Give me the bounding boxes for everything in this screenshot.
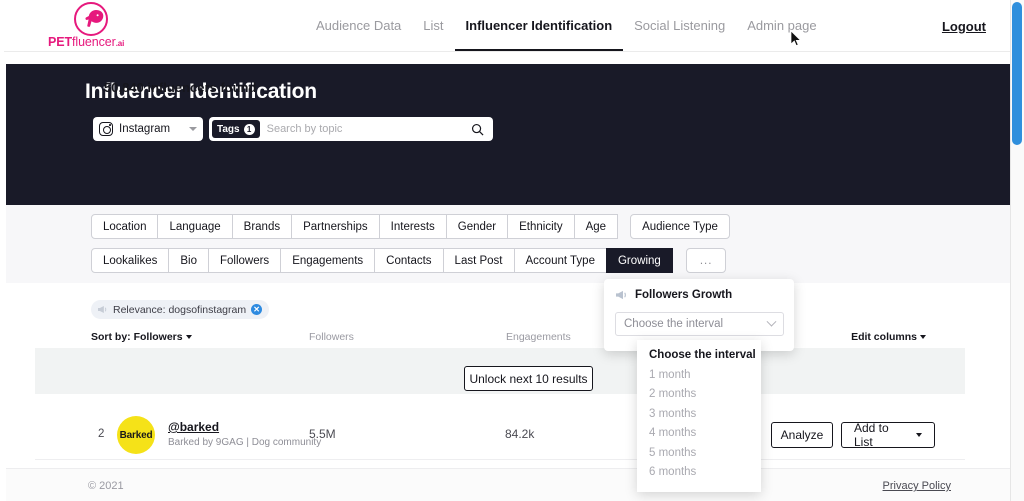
search-icon[interactable] — [471, 123, 484, 136]
topic-search-bar: Tags 1 — [209, 117, 493, 141]
row-rank: 2 — [98, 428, 105, 440]
nav-item-list[interactable]: List — [412, 17, 454, 35]
sort-by-control[interactable]: Sort by: Followers — [91, 331, 192, 343]
brand-wordmark: PETfluencer.ai — [48, 35, 158, 49]
vertical-scrollbar[interactable] — [1010, 0, 1024, 501]
filter-followers[interactable]: Followers — [207, 248, 282, 273]
influencers-found-text: 50,840 influencers found — [104, 80, 257, 95]
filter-lookalikes[interactable]: Lookalikes — [91, 248, 170, 273]
filter-row-secondary: Lookalikes Bio Followers Engagements Con… — [91, 248, 727, 273]
popover-header: Followers Growth — [615, 289, 732, 301]
privacy-policy-link[interactable]: Privacy Policy — [883, 480, 951, 492]
sort-by-label: Sort by: Followers — [91, 331, 183, 343]
filter-bio[interactable]: Bio — [168, 248, 209, 273]
dropdown-option-4-months[interactable]: 4 months — [637, 424, 761, 444]
brand-logo[interactable]: PETfluencer.ai — [48, 2, 158, 50]
page-footer: © 2021 Privacy Policy — [6, 468, 1011, 501]
column-header-engagements: Engagements — [506, 331, 571, 343]
chevron-down-icon — [189, 127, 197, 131]
chevron-down-icon — [916, 433, 922, 437]
add-to-list-label: Add to List — [854, 421, 889, 449]
table-row: 2 Barked @barked Barked by 9GAG | Dog co… — [35, 410, 965, 460]
megaphone-icon — [98, 305, 107, 314]
scrollbar-thumb[interactable] — [1012, 2, 1022, 145]
relevance-filter-chip[interactable]: Relevance: dogsofinstagram ✕ — [91, 300, 270, 319]
nav-item-audience-data[interactable]: Audience Data — [316, 17, 412, 35]
analyze-button[interactable]: Analyze — [771, 422, 833, 448]
filter-account-type[interactable]: Account Type — [513, 248, 607, 273]
filter-age[interactable]: Age — [573, 214, 619, 239]
logout-link[interactable]: Logout — [942, 19, 986, 34]
dropdown-option-2-months[interactable]: 2 months — [637, 385, 761, 405]
filter-partnerships[interactable]: Partnerships — [291, 214, 380, 239]
edit-columns-label: Edit columns — [851, 331, 917, 343]
chevron-down-icon — [766, 316, 777, 327]
avatar: Barked — [117, 416, 155, 454]
dropdown-option-5-months[interactable]: 5 months — [637, 444, 761, 464]
tags-chip-label: Tags — [217, 123, 240, 135]
unlock-next-results-button[interactable]: Unlock next 10 results — [464, 366, 593, 391]
nav-items: Audience Data List Influencer Identifica… — [316, 17, 828, 51]
filter-toolbar: Location Language Brands Partnerships In… — [6, 205, 1011, 283]
filter-growing[interactable]: Growing — [605, 248, 673, 273]
column-header-followers: Followers — [309, 331, 354, 343]
nav-item-admin-page[interactable]: Admin page — [736, 17, 827, 35]
dropdown-option-3-months[interactable]: 3 months — [637, 405, 761, 425]
row-engagements-value: 84.2k — [505, 427, 535, 441]
dropdown-option-6-months[interactable]: 6 months — [637, 463, 761, 483]
flamingo-circle-icon — [74, 2, 108, 36]
megaphone-icon — [616, 290, 626, 300]
filter-ethnicity[interactable]: Ethnicity — [507, 214, 575, 239]
filter-language[interactable]: Language — [157, 214, 233, 239]
search-input[interactable] — [266, 123, 471, 135]
dropdown-option-1-month[interactable]: 1 month — [637, 366, 761, 386]
edit-columns-control[interactable]: Edit columns — [851, 331, 926, 343]
brand-name-strong: PET — [48, 35, 73, 49]
nav-item-influencer-identification[interactable]: Influencer Identification — [454, 17, 624, 51]
tags-chip[interactable]: Tags 1 — [212, 120, 260, 138]
instagram-icon — [99, 122, 113, 136]
filter-audience-type[interactable]: Audience Type — [630, 214, 730, 239]
nav-item-social-listening[interactable]: Social Listening — [623, 17, 736, 35]
page-left-edge — [0, 0, 4, 501]
brand-name-light: fluencer — [72, 35, 116, 49]
filter-brands[interactable]: Brands — [231, 214, 293, 239]
filter-more-button[interactable]: ... — [685, 248, 727, 273]
filter-location[interactable]: Location — [91, 214, 159, 239]
add-to-list-button[interactable]: Add to List — [841, 421, 935, 449]
interval-select[interactable]: Choose the interval — [615, 312, 784, 336]
interval-select-value: Choose the interval — [624, 318, 724, 330]
dropdown-option-choose[interactable]: Choose the interval — [637, 346, 761, 366]
chevron-down-icon — [185, 335, 192, 340]
close-circle-icon[interactable]: ✕ — [251, 304, 263, 315]
top-navigation-bar: PETfluencer.ai Audience Data List Influe… — [4, 0, 1010, 52]
row-followers-value: 5.5M — [309, 427, 336, 441]
filter-contacts[interactable]: Contacts — [374, 248, 444, 273]
relevance-chip-label: Relevance: dogsofinstagram — [113, 303, 247, 316]
filter-last-post[interactable]: Last Post — [442, 248, 515, 273]
copyright-text: © 2021 — [88, 480, 124, 492]
row-handle-link[interactable]: @barked — [168, 420, 219, 434]
platform-select[interactable]: Instagram — [93, 117, 203, 141]
filter-gender[interactable]: Gender — [445, 214, 509, 239]
chevron-down-icon — [920, 335, 926, 340]
page-root: PETfluencer.ai Audience Data List Influe… — [0, 0, 1024, 501]
platform-select-value: Instagram — [119, 123, 171, 135]
filter-interests[interactable]: Interests — [378, 214, 447, 239]
popover-title: Followers Growth — [635, 289, 733, 301]
interval-dropdown-list: Choose the interval 1 month 2 months 3 m… — [637, 340, 761, 492]
filter-row-primary: Location Language Brands Partnerships In… — [91, 214, 730, 239]
row-bio: Barked by 9GAG | Dog community — [168, 437, 322, 448]
filter-engagements[interactable]: Engagements — [280, 248, 376, 273]
brand-name-suffix: .ai — [115, 39, 125, 48]
tags-chip-count: 1 — [243, 123, 255, 135]
